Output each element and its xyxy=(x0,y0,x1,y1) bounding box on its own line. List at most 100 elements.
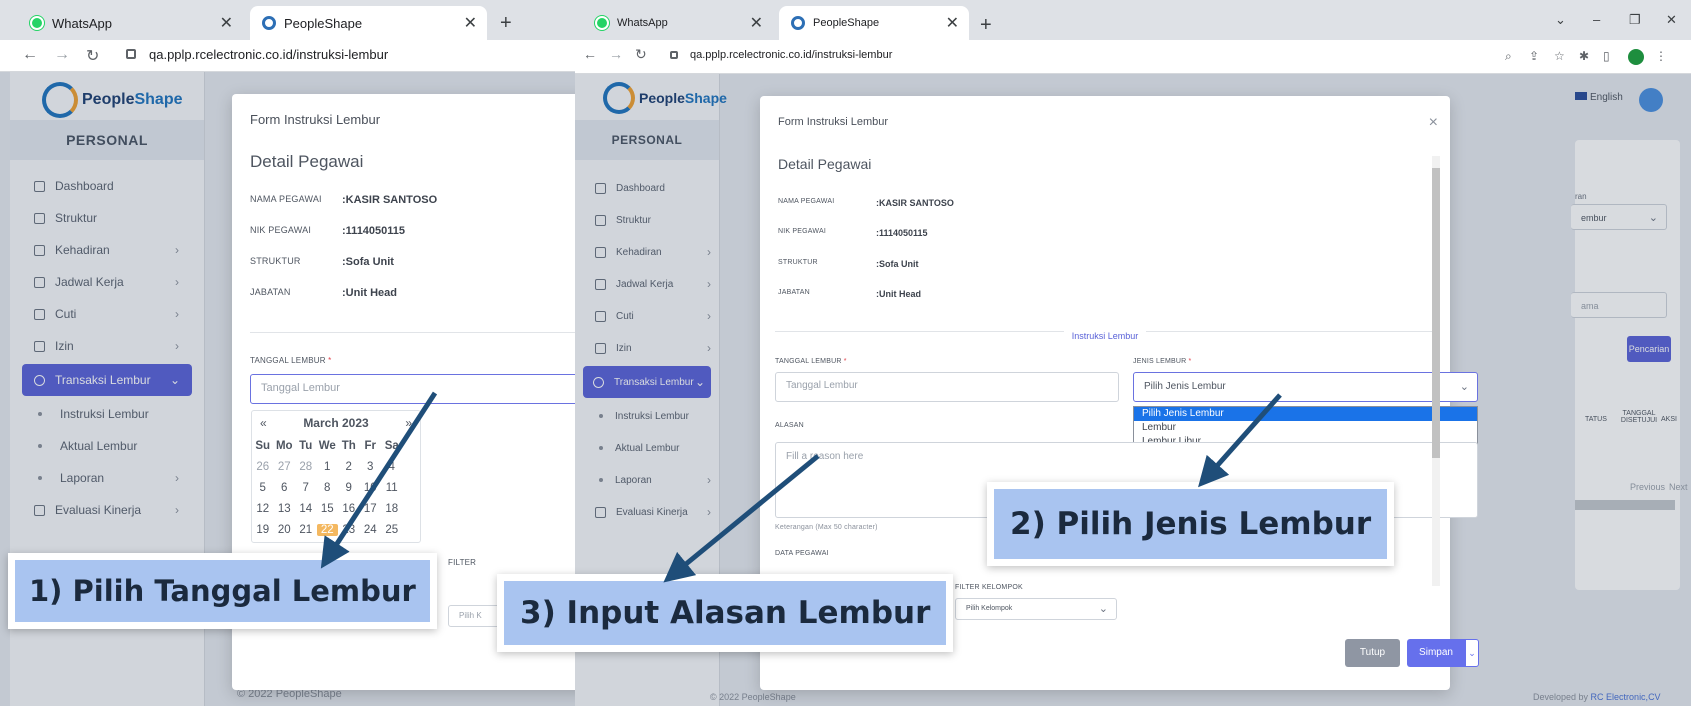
calendar-day[interactable]: 24 xyxy=(360,524,382,536)
alasan-hint: Keterangan (Max 50 character) xyxy=(775,524,878,531)
jenis-lembur-select[interactable]: Pilih Jenis Lembur ⌄ xyxy=(1133,372,1478,402)
field-nama: NAMA PEGAWAI:KASIR SANTOSO xyxy=(778,198,954,208)
close-window-icon[interactable]: ✕ xyxy=(1666,12,1677,28)
minimize-icon[interactable]: – xyxy=(1593,12,1600,27)
tab-whatsapp[interactable]: WhatsApp ✕ xyxy=(583,6,773,40)
field-key: JABATAN xyxy=(250,287,291,297)
calendar-day[interactable]: 21 xyxy=(295,524,317,536)
calendar-day[interactable]: 28 xyxy=(295,461,317,473)
calendar-day[interactable]: 16 xyxy=(338,503,360,515)
tab-peopleshape[interactable]: PeopleShape ✕ xyxy=(250,6,487,40)
reload-icon[interactable]: ↻ xyxy=(635,46,647,63)
tab-whatsapp[interactable]: WhatsApp ✕ xyxy=(18,6,243,40)
calendar-day[interactable]: 9 xyxy=(338,482,360,494)
callout-text: 2) Pilih Jenis Lembur xyxy=(994,489,1388,559)
new-tab-icon[interactable]: + xyxy=(980,14,992,37)
field-jabatan: JABATAN:Unit Head xyxy=(250,287,398,299)
close-icon[interactable]: × xyxy=(1429,114,1438,132)
tanggal-lembur-input[interactable]: Tanggal Lembur xyxy=(775,372,1119,402)
close-tab-icon[interactable]: ✕ xyxy=(750,13,763,33)
restore-icon[interactable]: ❐ xyxy=(1629,12,1641,28)
extensions-icon[interactable]: ✱ xyxy=(1579,49,1589,63)
calendar-day[interactable]: 4 xyxy=(381,461,403,473)
select-value: Pilih Kelompok xyxy=(966,605,1013,612)
menu-icon[interactable]: ⋮ xyxy=(1655,49,1667,63)
whatsapp-icon xyxy=(595,16,609,30)
field-value: Unit Head xyxy=(345,287,398,299)
calendar-day[interactable]: 6 xyxy=(274,482,296,494)
weekday-label: We xyxy=(318,439,336,452)
calendar-day[interactable]: 26 xyxy=(252,461,274,473)
star-icon[interactable]: ☆ xyxy=(1554,49,1565,63)
close-tab-icon[interactable]: ✕ xyxy=(464,13,477,33)
field-key: NIK PEGAWAI xyxy=(250,225,312,235)
peopleshape-icon xyxy=(791,16,805,30)
dropdown-option[interactable]: Pilih Jenis Lembur xyxy=(1134,407,1477,421)
dropdown-option[interactable]: Lembur xyxy=(1134,421,1477,435)
back-icon[interactable]: ← xyxy=(583,46,597,62)
field-struktur: STRUKTUR:Sofa Unit xyxy=(250,256,394,268)
share-icon[interactable]: ⇪ xyxy=(1529,49,1539,63)
sidepanel-icon[interactable]: ▯ xyxy=(1603,49,1610,63)
field-key: NIK PEGAWAI xyxy=(778,228,826,235)
back-icon[interactable]: ← xyxy=(22,46,38,64)
calendar-day[interactable]: 17 xyxy=(360,503,382,515)
calendar-day[interactable]: 20 xyxy=(274,524,296,536)
calendar-day[interactable]: 11 xyxy=(381,482,403,494)
forward-icon[interactable]: → xyxy=(609,46,623,62)
month-label[interactable]: March 2023 xyxy=(303,416,368,430)
calendar-day[interactable]: 14 xyxy=(295,503,317,515)
new-tab-icon[interactable]: + xyxy=(500,12,512,35)
field-value: 1114050115 xyxy=(345,225,406,237)
address-bar: ← → ↻ qa.pplp.rcelectronic.co.id/instruk… xyxy=(0,40,575,72)
filter-kelompok-label: FILTER KELOMPOK xyxy=(955,584,1023,591)
url-text[interactable]: qa.pplp.rcelectronic.co.id/instruksi-lem… xyxy=(149,47,388,62)
lock-icon xyxy=(126,49,136,59)
calendar-day[interactable]: 23 xyxy=(338,524,360,536)
kelompok-select[interactable]: Pilih Kelompok ⌄ xyxy=(955,598,1117,620)
calendar-day[interactable]: 12 xyxy=(252,503,274,515)
calendar-day[interactable]: 8 xyxy=(317,482,339,494)
tab-peopleshape[interactable]: PeopleShape ✕ xyxy=(779,6,969,40)
calendar-day[interactable]: 13 xyxy=(274,503,296,515)
callout-text: 1) Pilih Tanggal Lembur xyxy=(15,560,430,622)
calendar-day[interactable]: 10 xyxy=(360,482,382,494)
calendar-day[interactable]: 3 xyxy=(360,461,382,473)
section-divider-label: Instruksi Lembur xyxy=(1063,331,1147,341)
calendar-day[interactable]: 27 xyxy=(274,461,296,473)
callout-step-1: 1) Pilih Tanggal Lembur xyxy=(8,553,437,629)
peopleshape-icon xyxy=(262,16,276,30)
next-month-button[interactable]: » xyxy=(405,416,412,430)
calendar-day[interactable]: 19 xyxy=(252,524,274,536)
calendar-day[interactable]: 25 xyxy=(381,524,403,536)
field-nik: NIK PEGAWAI:1114050115 xyxy=(250,225,406,237)
tab-search-icon[interactable]: ⌄ xyxy=(1555,12,1566,28)
chevron-down-icon: ⌄ xyxy=(1459,381,1469,393)
weekday-label: Tu xyxy=(299,439,313,452)
zoom-icon[interactable]: ⌕ xyxy=(1505,49,1512,64)
calendar-day[interactable]: 7 xyxy=(295,482,317,494)
calendar-day[interactable]: 1 xyxy=(317,461,339,473)
prev-month-button[interactable]: « xyxy=(260,416,267,430)
callout-text: 3) Input Alasan Lembur xyxy=(504,581,947,645)
calendar-day[interactable]: 2 xyxy=(338,461,360,473)
close-tab-icon[interactable]: ✕ xyxy=(946,13,959,33)
calendar-day[interactable]: 22 xyxy=(316,523,338,536)
calendar-day[interactable]: 15 xyxy=(317,503,339,515)
url-text[interactable]: qa.pplp.rcelectronic.co.id/instruksi-lem… xyxy=(690,49,892,61)
simpan-button[interactable]: Simpan xyxy=(1407,639,1465,667)
forward-icon[interactable]: → xyxy=(54,46,70,64)
modal-scrollbar[interactable] xyxy=(1432,156,1440,586)
profile-avatar[interactable] xyxy=(1628,49,1644,65)
calendar-day[interactable]: 18 xyxy=(381,503,403,515)
tab-label: PeopleShape xyxy=(813,17,880,29)
close-tab-icon[interactable]: ✕ xyxy=(220,13,233,33)
reload-icon[interactable]: ↻ xyxy=(86,46,99,66)
tanggal-lembur-input[interactable]: Tanggal Lembur xyxy=(250,374,575,404)
modal-title: Form Instruksi Lembur xyxy=(778,116,889,128)
tutup-button[interactable]: Tutup xyxy=(1345,639,1400,667)
simpan-dropdown-toggle[interactable]: ⌄ xyxy=(1465,639,1479,667)
calendar-day[interactable]: 5 xyxy=(252,482,274,494)
section-title: Detail Pegawai xyxy=(250,152,364,171)
tanggal-label: TANGGAL LEMBUR * xyxy=(775,358,847,365)
